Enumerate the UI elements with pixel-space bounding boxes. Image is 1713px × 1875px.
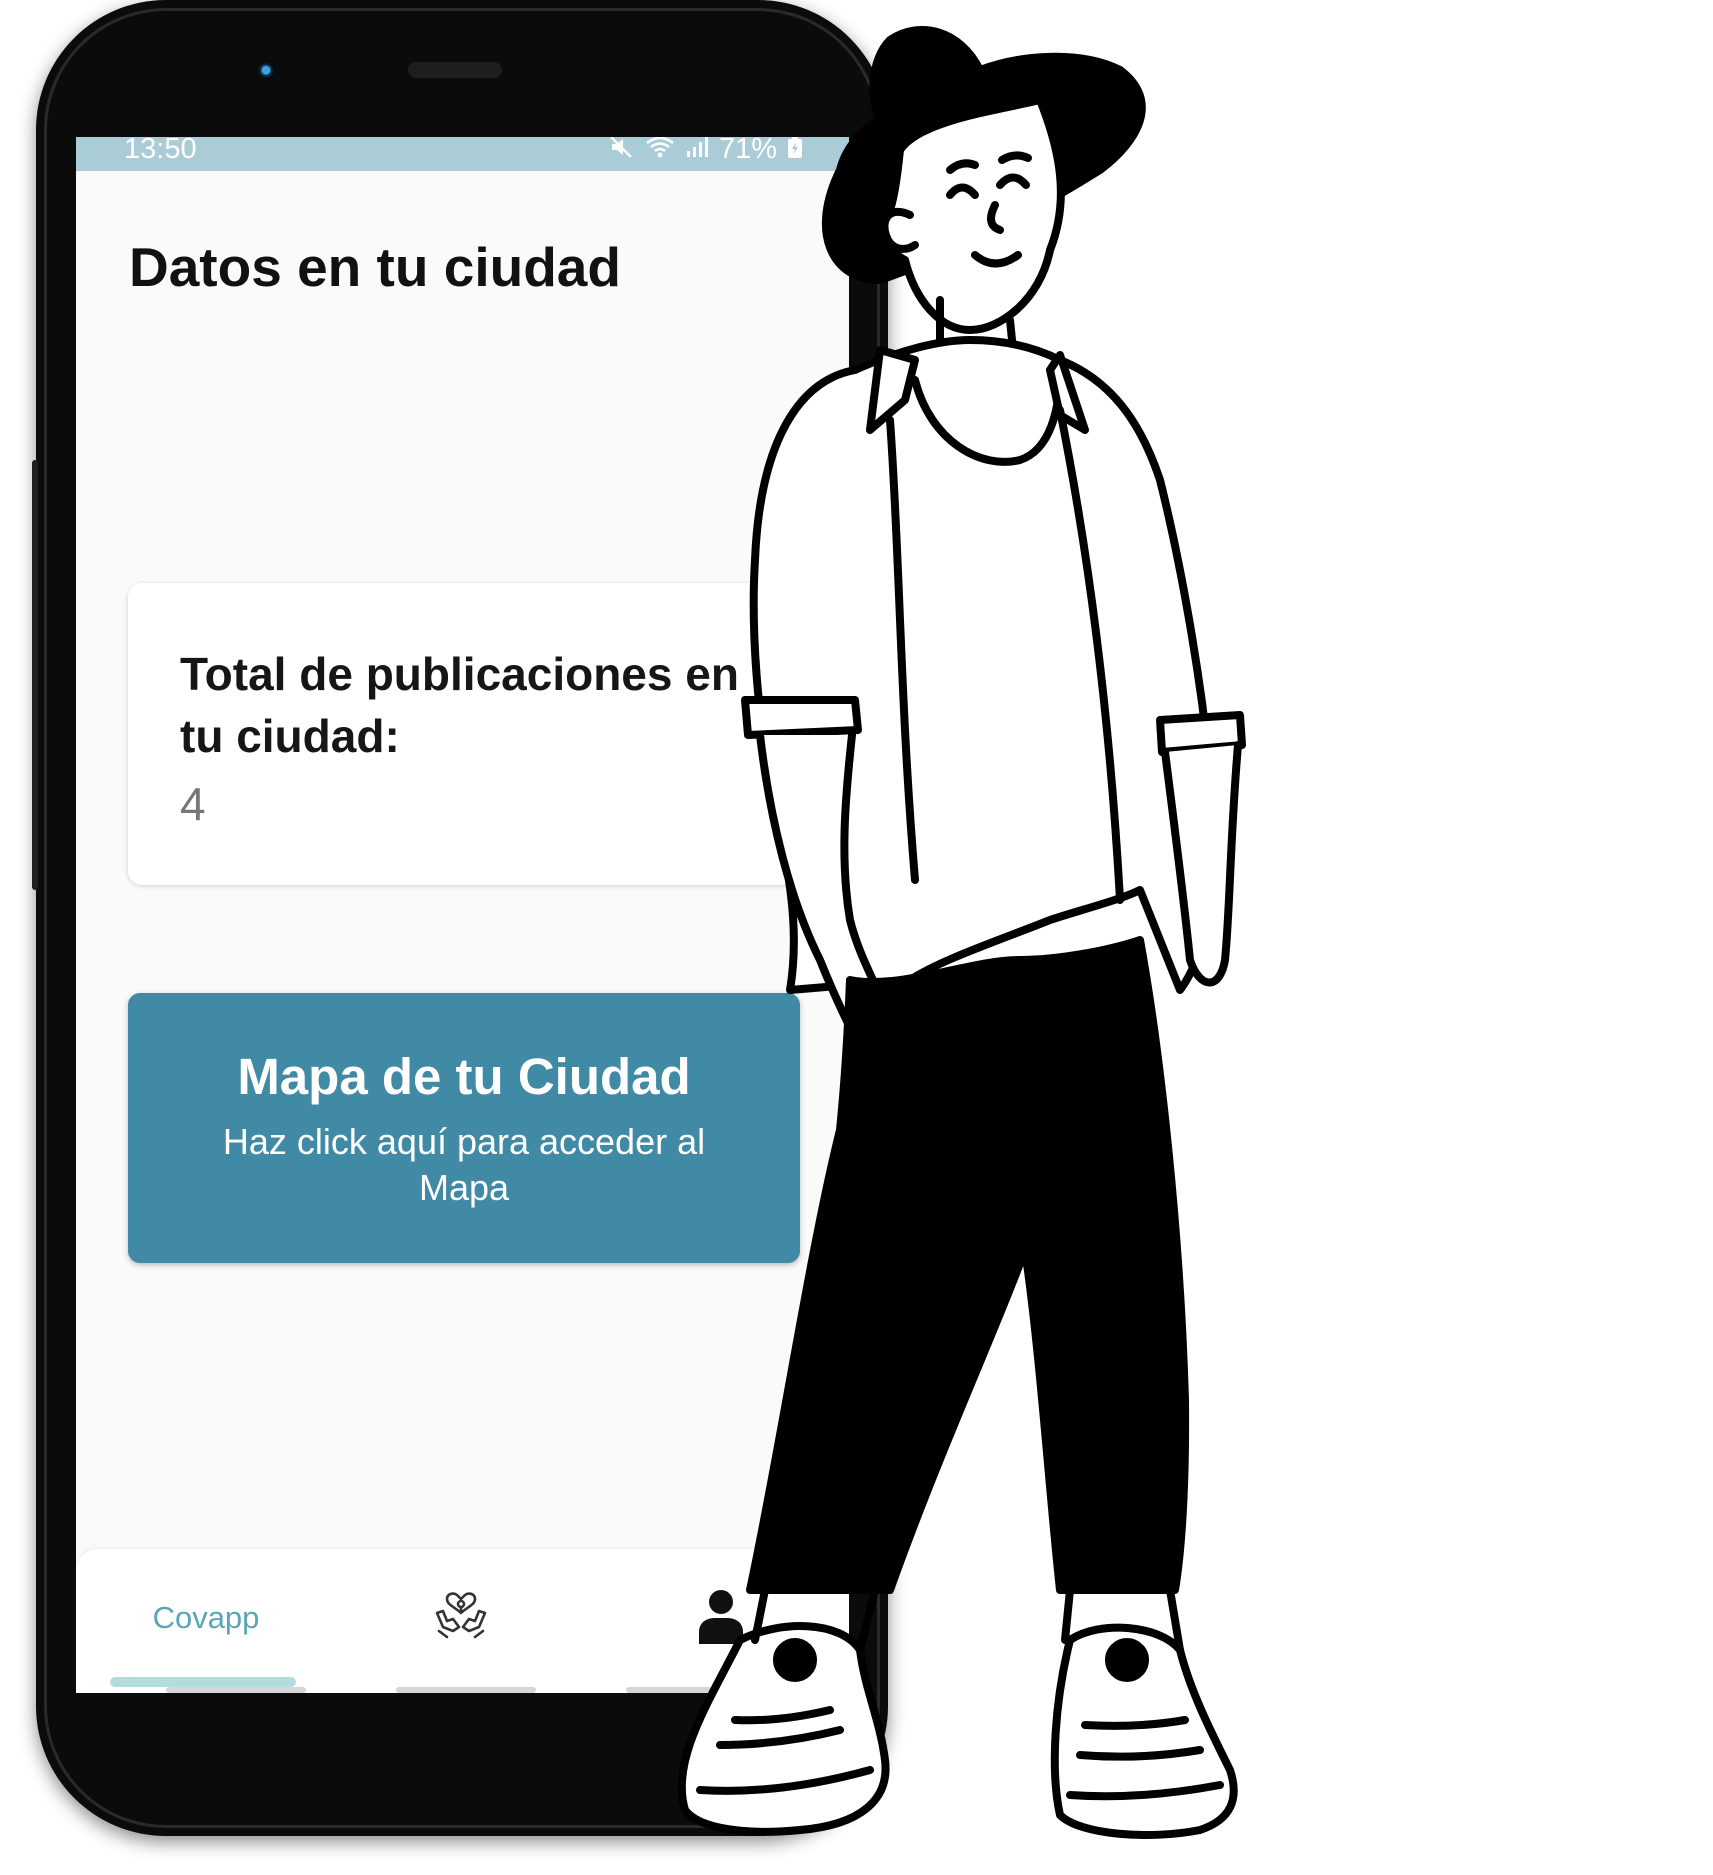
nav-tab-covapp[interactable]: Covapp: [106, 1549, 306, 1687]
front-camera: [258, 63, 274, 79]
active-tab-indicator: [110, 1677, 296, 1687]
nav-tab-help[interactable]: [366, 1549, 556, 1687]
gesture-bar-left: [166, 1687, 306, 1693]
status-time: 13:50: [124, 137, 197, 165]
page-title: Datos en tu ciudad: [129, 236, 621, 298]
helping-hands-heart-icon: [433, 1591, 489, 1646]
nav-tab-covapp-label: Covapp: [152, 1600, 260, 1635]
person-illustration: [677, 26, 1246, 1839]
publications-count: 4: [180, 778, 206, 830]
volume-button: [32, 460, 38, 890]
earpiece-speaker: [408, 62, 502, 78]
gesture-bar-center: [396, 1687, 536, 1693]
mute-icon: [609, 137, 635, 165]
